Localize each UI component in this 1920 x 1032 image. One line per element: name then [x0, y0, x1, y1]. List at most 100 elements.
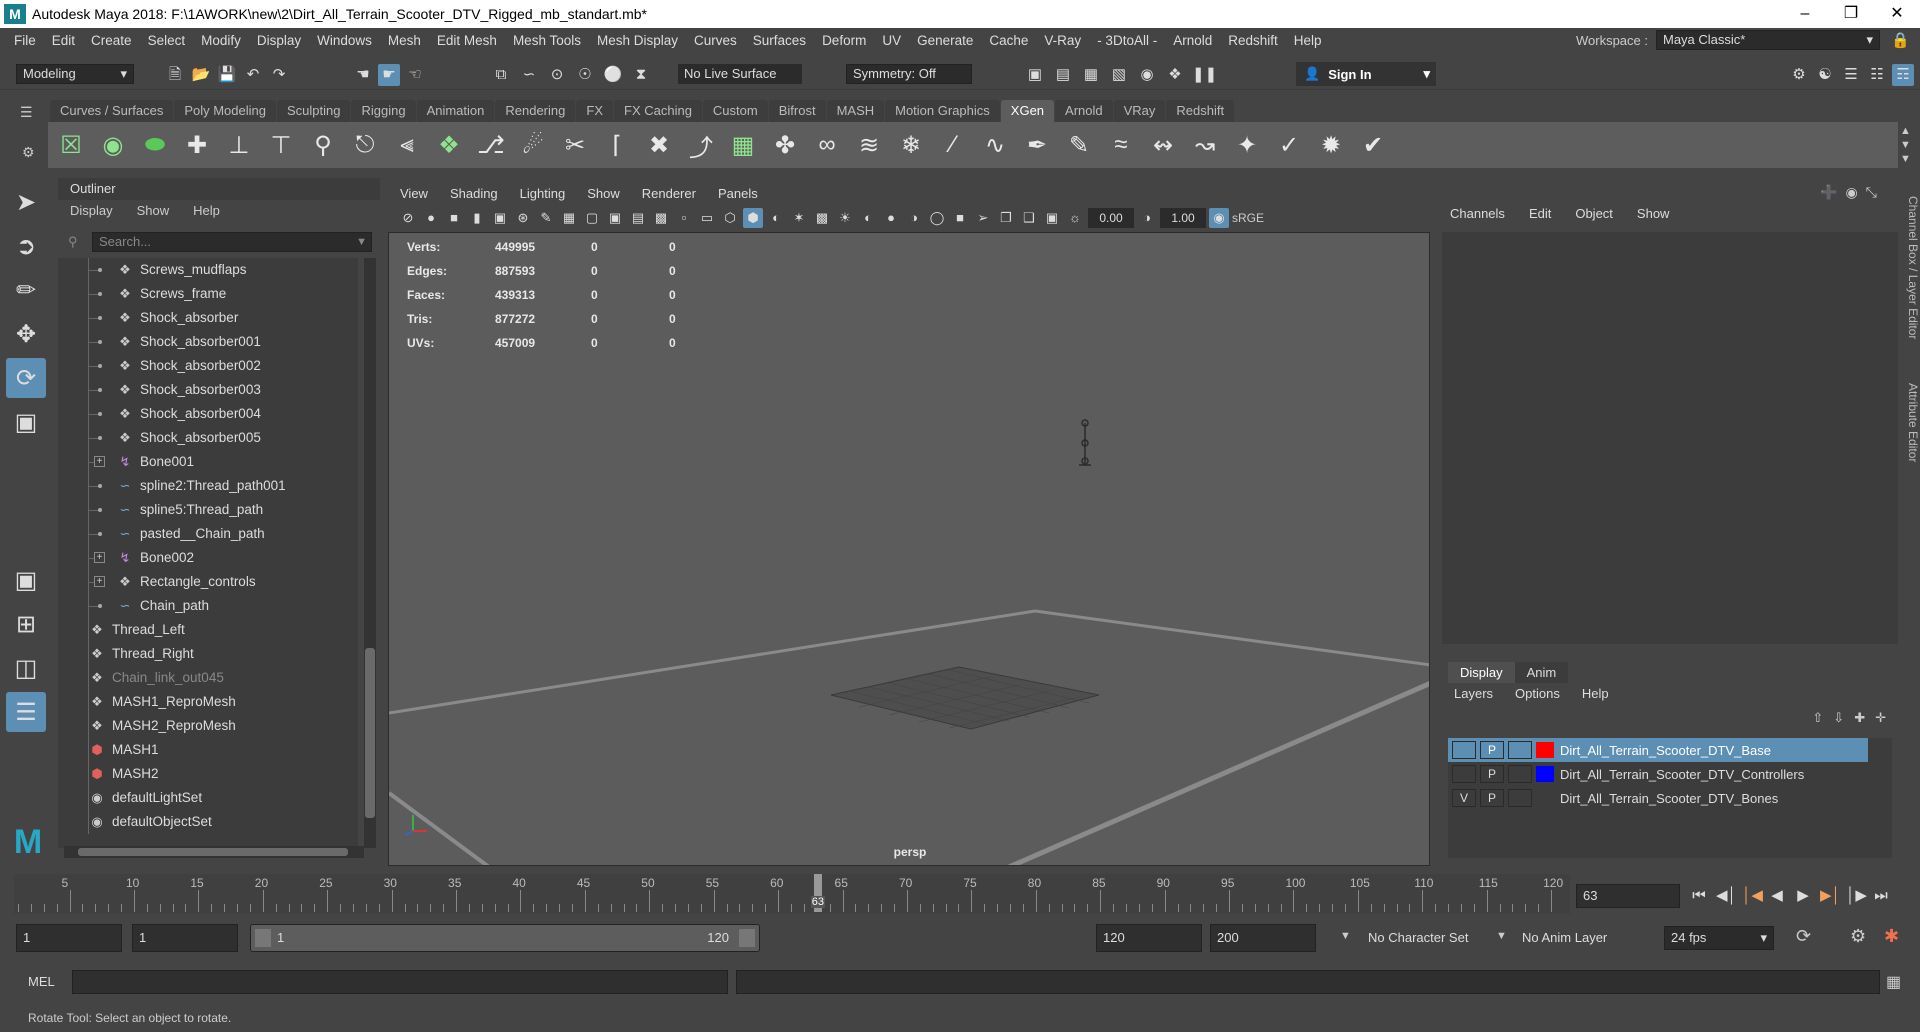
close-icon[interactable]: ✕ — [1874, 0, 1920, 28]
lasso-tool-icon[interactable]: ➲ — [6, 226, 46, 266]
fps-dropdown[interactable]: 24 fps ▾ — [1664, 926, 1774, 950]
save-scene-icon[interactable]: 💾 — [216, 64, 238, 86]
menu-modify[interactable]: Modify — [193, 33, 249, 48]
shelf-scroll-up-icon[interactable]: ▲ — [1900, 124, 1911, 138]
outliner-row[interactable]: ◉ defaultLightSet — [58, 786, 358, 810]
menu-edit-mesh[interactable]: Edit Mesh — [429, 33, 505, 48]
default-material-icon[interactable]: ◐ — [766, 208, 786, 228]
new-layer-icon[interactable]: ✚ — [1854, 710, 1865, 726]
select-component-icon[interactable]: ☜ — [404, 64, 426, 86]
viewport-menu-renderer[interactable]: Renderer — [642, 183, 696, 205]
resolution-gate-icon[interactable]: ▣ — [605, 208, 625, 228]
open-scene-icon[interactable]: 📂 — [190, 64, 212, 86]
outliner-row[interactable]: + ❖ Rectangle_controls — [58, 570, 358, 594]
play-backwards-icon[interactable]: ◀ — [1768, 887, 1786, 905]
outliner-row[interactable]: ❖ MASH2_ReproMesh — [58, 714, 358, 738]
outliner-row[interactable]: ❖ Shock_absorber — [58, 306, 358, 330]
layer-tab-anim[interactable]: Anim — [1514, 662, 1569, 683]
menu-cache[interactable]: Cache — [981, 33, 1036, 48]
viewport-menu-shading[interactable]: Shading — [450, 183, 498, 205]
outliner-hscrollbar[interactable] — [64, 846, 364, 858]
render-sequence-icon[interactable]: ▤ — [1052, 64, 1074, 86]
new-layer-selected-icon[interactable]: ✛ — [1875, 710, 1886, 726]
move-tool-icon[interactable]: ✥ — [6, 314, 46, 354]
anti-aliasing-icon[interactable]: ◯ — [927, 208, 947, 228]
select-tool-icon[interactable]: ➤ — [6, 182, 46, 222]
move-layer-up-icon[interactable]: ⇧ — [1812, 710, 1823, 726]
layer-type-toggle[interactable] — [1508, 765, 1532, 783]
groom-plus-icon[interactable]: ⊤ — [264, 128, 298, 162]
outliner-row[interactable]: ❖ Shock_absorber001 — [58, 330, 358, 354]
camera-select-icon[interactable]: ⊘ — [398, 208, 418, 228]
outliner-row[interactable]: ❖ Thread_Right — [58, 642, 358, 666]
layer-row[interactable]: P Dirt_All_Terrain_Scooter_DTV_Base — [1448, 738, 1868, 762]
screen-space-ao-icon[interactable]: ● — [881, 208, 901, 228]
toggle-attribute-icon[interactable]: ➕ — [1820, 184, 1837, 201]
field-chart-icon[interactable]: ▩ — [651, 208, 671, 228]
groom-relax-icon[interactable]: ≈ — [1104, 128, 1138, 162]
groom-grab-icon[interactable]: ✤ — [768, 128, 802, 162]
outliner-row[interactable]: ∽ spline5:Thread_path — [58, 498, 358, 522]
shelf-menu-icon[interactable]: ▼ — [1900, 152, 1911, 166]
groom-layer-icon[interactable]: ❖ — [432, 128, 466, 162]
shelf-scroll-down-icon[interactable]: ▼ — [1900, 138, 1911, 152]
outliner-row[interactable]: ❖ MASH1_ReproMesh — [58, 690, 358, 714]
animation-start-field[interactable]: 1 — [16, 924, 122, 952]
groom-bend-icon[interactable]: ⎇ — [474, 128, 508, 162]
shelf-tab-custom[interactable]: Custom — [702, 100, 768, 122]
range-handle-start[interactable] — [255, 929, 271, 947]
ipr-render-icon[interactable]: ▦ — [1080, 64, 1102, 86]
layer-row[interactable]: V P Dirt_All_Terrain_Scooter_DTV_Bones — [1448, 786, 1892, 810]
four-view-layout-icon[interactable]: ⊞ — [6, 604, 46, 644]
menu-arnold[interactable]: Arnold — [1165, 33, 1220, 48]
snap-surface-icon[interactable]: ⚪ — [602, 64, 624, 86]
animation-end-field[interactable]: 200 — [1210, 924, 1316, 952]
expand-icon[interactable]: + — [94, 456, 105, 467]
isolate-select-icon[interactable]: ➢ — [973, 208, 993, 228]
groom-lock-icon[interactable]: ⎋ — [348, 128, 382, 162]
channels-menu-channels[interactable]: Channels — [1450, 206, 1505, 221]
groom-part-icon[interactable]: ∕ — [936, 128, 970, 162]
xray-joints-icon[interactable]: ❑ — [1019, 208, 1039, 228]
safe-title-icon[interactable]: ▭ — [697, 208, 717, 228]
layers-menu-help[interactable]: Help — [1582, 686, 1609, 701]
menu-help[interactable]: Help — [1286, 33, 1330, 48]
shadows-icon[interactable]: ◐ — [858, 208, 878, 228]
interactive-groom-icon[interactable]: ⬬ — [138, 128, 172, 162]
range-handle-end[interactable] — [739, 929, 755, 947]
shelf-tab-rigging[interactable]: Rigging — [351, 100, 416, 122]
move-layer-down-icon[interactable]: ⇩ — [1833, 710, 1844, 726]
grease-pencil-icon[interactable]: ✎ — [536, 208, 556, 228]
expand-icon[interactable]: + — [94, 552, 105, 563]
paint-select-tool-icon[interactable]: ✏ — [6, 270, 46, 310]
menu-edit[interactable]: Edit — [44, 33, 83, 48]
outliner-row[interactable]: ❖ Shock_absorber003 — [58, 378, 358, 402]
modeling-toolkit-icon[interactable]: ⚙ — [1788, 64, 1810, 86]
channels-menu-show[interactable]: Show — [1637, 206, 1670, 221]
outliner-row[interactable]: + ↯ Bone001 — [58, 450, 358, 474]
snap-curve-icon[interactable]: ∽ — [518, 64, 540, 86]
exposure-field[interactable]: 0.00 — [1088, 208, 1134, 228]
groom-clump-icon[interactable]: ∞ — [810, 128, 844, 162]
color-management-icon[interactable]: ◉ — [1209, 208, 1229, 228]
chevron-down-icon[interactable]: ▼ — [1496, 930, 1507, 942]
shelf-menu-icon[interactable]: ☰ — [20, 104, 33, 121]
wireframe-icon[interactable]: ⬡ — [720, 208, 740, 228]
groom-twist-icon[interactable]: ∿ — [978, 128, 1012, 162]
groom-smooth-icon[interactable]: ⌈ — [600, 128, 634, 162]
groom-comb-icon[interactable]: ☄ — [516, 128, 550, 162]
outliner-row[interactable]: ❖ Thread_Left — [58, 618, 358, 642]
layer-color-swatch[interactable] — [1536, 742, 1554, 758]
shelf-tab-vray[interactable]: VRay — [1113, 100, 1166, 122]
playback-end-field[interactable]: 120 — [1096, 924, 1202, 952]
menu-generate[interactable]: Generate — [909, 33, 981, 48]
playback-start-field[interactable]: 1 — [132, 924, 238, 952]
layer-type-toggle[interactable] — [1508, 789, 1532, 807]
outliner-row[interactable]: ◉ defaultObjectSet — [58, 810, 358, 834]
loop-icon[interactable]: ⟳ — [1796, 926, 1811, 947]
layer-playback-toggle[interactable]: P — [1480, 789, 1504, 807]
layers-menu-layers[interactable]: Layers — [1454, 686, 1493, 701]
shelf-tab-mash[interactable]: MASH — [826, 100, 885, 122]
outliner-row[interactable]: ⬢ MASH2 — [58, 762, 358, 786]
outliner-menu-display[interactable]: Display — [70, 200, 113, 222]
